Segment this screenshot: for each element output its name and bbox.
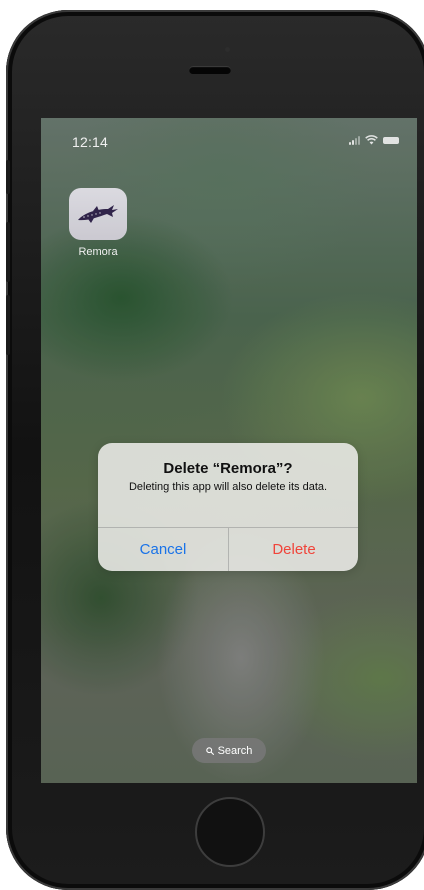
search-icon [205,746,214,755]
volume-down-button [6,295,10,355]
mute-switch [6,160,10,194]
search-label: Search [217,744,253,757]
alert-message: Deleting this app will also delete its d… [128,481,328,493]
front-camera [225,47,230,52]
cancel-button[interactable]: Cancel [98,528,228,571]
volume-up-button [6,222,10,282]
search-button[interactable]: Search [192,738,266,763]
earpiece-speaker [189,66,231,74]
home-button[interactable] [195,797,265,867]
delete-app-alert: Delete “Remora”? Deleting this app will … [98,443,358,571]
home-screen: 12:14 Remora Delete “Remora”? Deleting t… [41,118,417,783]
delete-button[interactable]: Delete [229,528,358,571]
alert-title: Delete “Remora”? [163,460,293,477]
